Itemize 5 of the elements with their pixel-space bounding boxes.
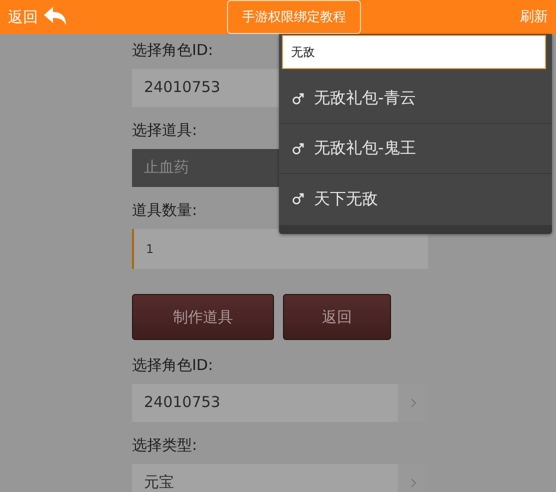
- field-label: 选择角色ID:: [132, 355, 214, 376]
- field-label: 选择类型:: [132, 435, 198, 456]
- field-label: 选择角色ID:: [132, 40, 214, 61]
- field-label: 道具数量:: [132, 200, 198, 221]
- field-label: 选择道具:: [132, 120, 198, 141]
